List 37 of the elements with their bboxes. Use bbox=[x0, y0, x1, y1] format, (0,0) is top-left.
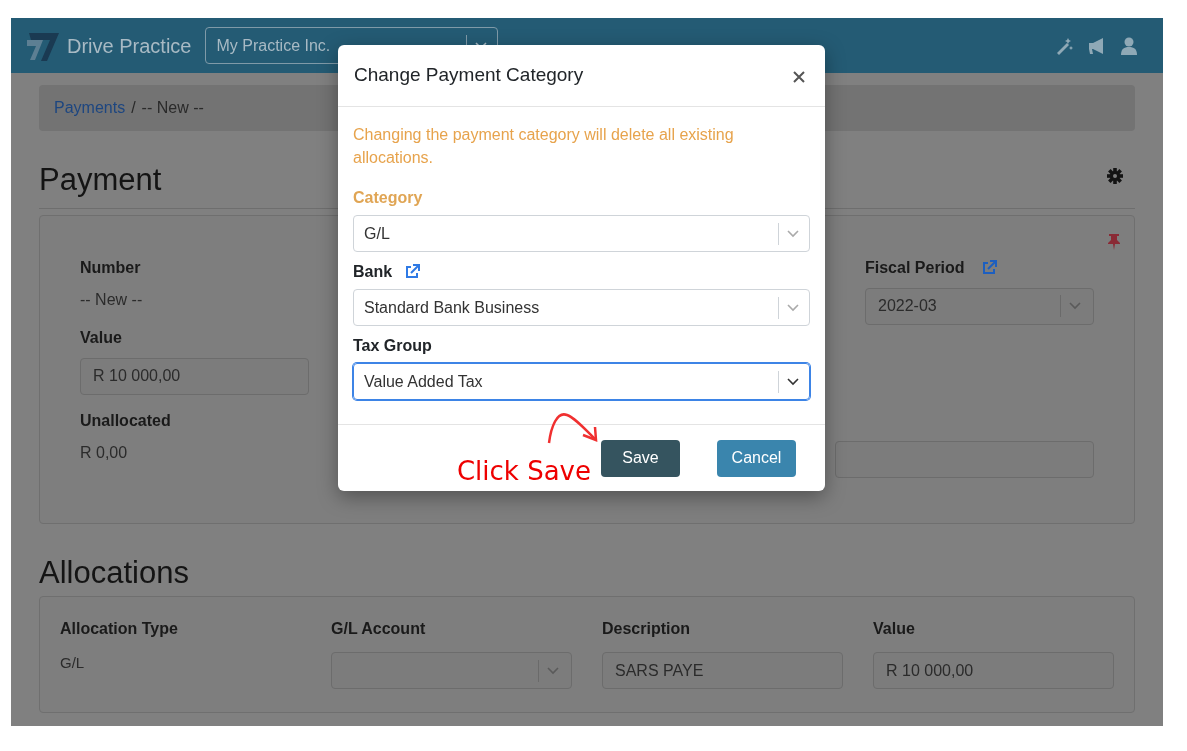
field-label: Value bbox=[80, 327, 123, 348]
field-label: Fiscal Period bbox=[865, 257, 965, 278]
field-label: Number bbox=[80, 257, 142, 278]
close-icon bbox=[793, 70, 805, 83]
brand-name: Drive Practice bbox=[67, 33, 192, 59]
field-value: -- New -- bbox=[80, 289, 144, 310]
dropdown-select[interactable]: Standard Bank Business bbox=[353, 289, 810, 326]
field-label: Unallocated bbox=[80, 410, 172, 431]
warning-message: Changing the payment category will delete all existing allocations. bbox=[353, 125, 735, 168]
input-field[interactable]: SARS PAYE bbox=[602, 652, 843, 689]
dropdown-select[interactable]: Value Added Tax bbox=[353, 363, 810, 400]
column-header: G/L Account bbox=[331, 619, 427, 639]
external-link-icon[interactable] bbox=[404, 264, 421, 280]
cancel-button[interactable]: Cancel bbox=[717, 439, 796, 477]
dropdown-select[interactable]: G/L bbox=[353, 215, 810, 252]
field-label: Bank bbox=[353, 262, 393, 282]
page-title: Payment bbox=[39, 161, 162, 199]
table-cell-text: G/L bbox=[60, 653, 86, 673]
breadcrumb-current: -- New -- bbox=[141, 98, 204, 118]
magic-wand-icon[interactable] bbox=[1055, 36, 1073, 55]
section-title: Allocations bbox=[39, 553, 190, 592]
field-label: Tax Group bbox=[353, 336, 432, 356]
column-header: Value bbox=[873, 619, 916, 639]
user-icon[interactable] bbox=[1121, 36, 1137, 55]
value-field[interactable]: R 10 000,00 bbox=[80, 357, 309, 395]
dialog-title: Change Payment Category bbox=[354, 63, 584, 88]
save-button[interactable]: Save bbox=[601, 439, 680, 477]
column-header: Allocation Type bbox=[60, 619, 179, 639]
breadcrumb-separator: / bbox=[131, 98, 136, 118]
gear-icon[interactable] bbox=[1107, 167, 1123, 184]
input-field[interactable] bbox=[835, 440, 1094, 478]
input-field[interactable]: R 10 000,00 bbox=[873, 652, 1114, 689]
field-label: Category bbox=[353, 188, 423, 208]
field-value: R 0,00 bbox=[80, 442, 129, 463]
annotation-text: Click Save bbox=[456, 455, 591, 487]
column-header: Description bbox=[602, 619, 691, 639]
fiscal-period-select[interactable]: 2022-03 bbox=[865, 287, 1094, 325]
